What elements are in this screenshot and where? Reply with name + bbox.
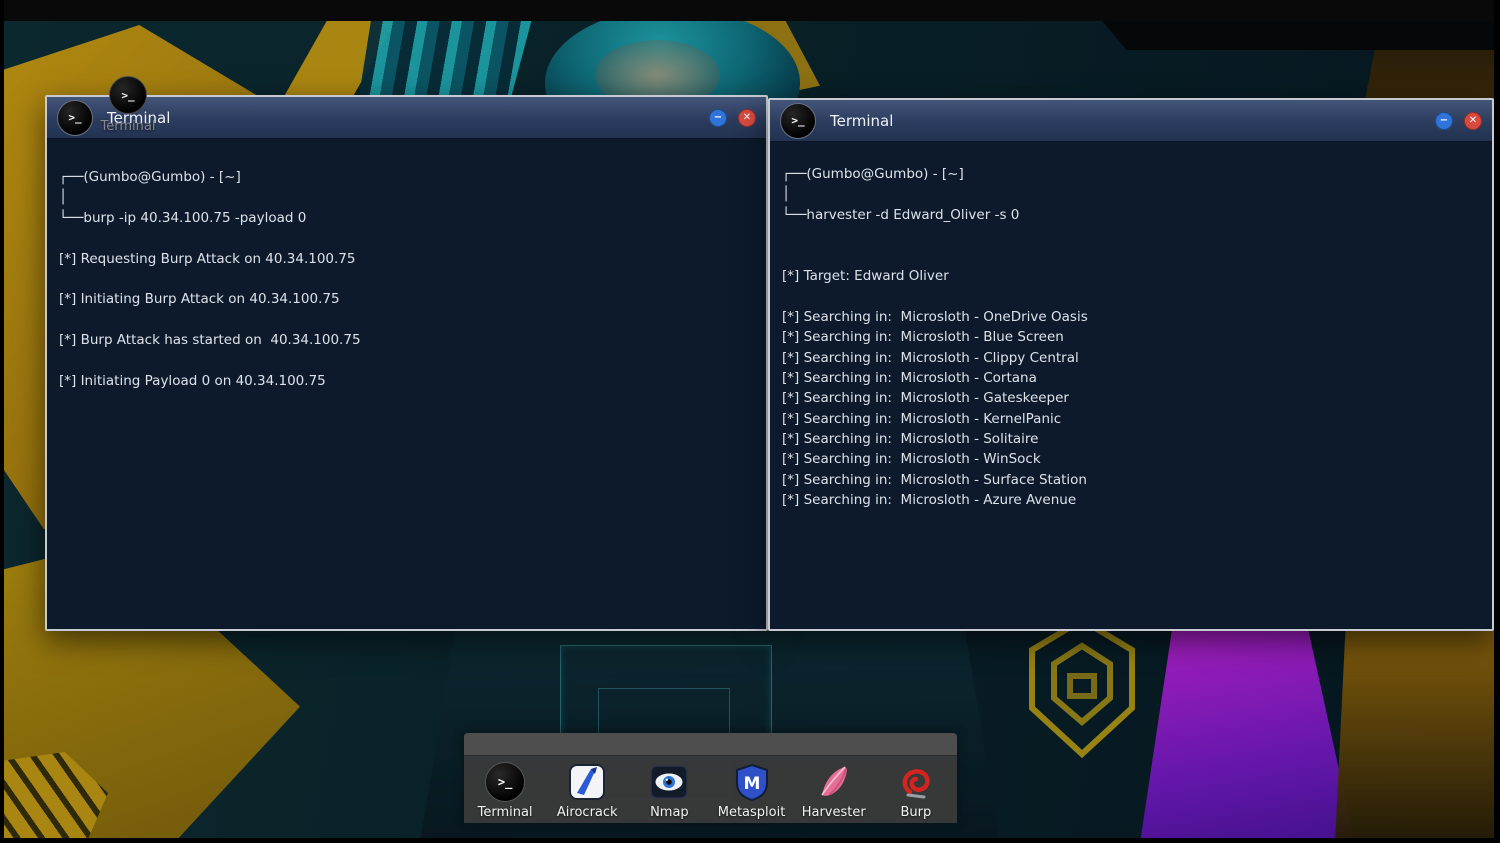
dock-item-label: Nmap: [650, 805, 689, 820]
terminal-line: ┌──(Gumbo@Gumbo) - [~]: [782, 164, 1480, 184]
top-bar: [0, 0, 1500, 21]
dock: >_ Terminal Airocrack: [464, 733, 957, 823]
terminal-line: └──harvester -d Edward_Oliver -s 0: [782, 205, 1480, 225]
terminal-output[interactable]: ┌──(Gumbo@Gumbo) - [~]│└──burp -ip 40.34…: [47, 139, 766, 657]
screen-edge: [0, 838, 1500, 843]
terminal-line: [782, 225, 1480, 245]
dock-handle: [464, 733, 957, 756]
prompt-glyph: >_: [68, 111, 81, 124]
dock-item-airocrack[interactable]: Airocrack: [549, 762, 625, 820]
terminal-icon: >_: [109, 76, 147, 114]
terminal-line: [*] Searching in: Microsloth - WinSock: [782, 449, 1480, 469]
terminal-line: [59, 351, 754, 371]
terminal-window-burp: >_ Terminal − ✕ ┌──(Gumbo@Gumbo) - [~]│└…: [45, 95, 768, 631]
terminal-line: [*] Searching in: Microsloth - Blue Scre…: [782, 327, 1480, 347]
screen-edge: [1494, 0, 1500, 843]
terminal-line: [*] Searching in: Microsloth - Cortana: [782, 368, 1480, 388]
prompt-glyph: >_: [121, 89, 134, 102]
window-controls: − ✕: [709, 109, 756, 127]
close-button[interactable]: ✕: [738, 109, 756, 127]
minimize-button[interactable]: −: [709, 109, 727, 127]
nmap-icon: [649, 762, 689, 802]
terminal-line: │: [782, 184, 1480, 204]
terminal-line: [*] Burp Attack has started on 40.34.100…: [59, 330, 754, 350]
terminal-line: [59, 269, 754, 289]
terminal-line: [59, 310, 754, 330]
dock-item-terminal[interactable]: >_ Terminal: [467, 762, 543, 820]
terminal-line: [*] Initiating Payload 0 on 40.34.100.75: [59, 371, 754, 391]
terminal-line: [782, 286, 1480, 306]
terminal-line: [*] Searching in: Microsloth - Azure Ave…: [782, 490, 1480, 510]
terminal-line: [*] Initiating Burp Attack on 40.34.100.…: [59, 289, 754, 309]
terminal-line: [*] Searching in: Microsloth - Surface S…: [782, 470, 1480, 490]
window-title: Terminal: [107, 109, 709, 127]
close-button[interactable]: ✕: [1464, 112, 1482, 130]
terminal-line: └──burp -ip 40.34.100.75 -payload 0: [59, 208, 754, 228]
dock-item-burp[interactable]: Burp: [878, 762, 954, 820]
terminal-icon: >_: [57, 100, 93, 136]
dock-item-label: Harvester: [802, 805, 866, 820]
terminal-line: │: [59, 187, 754, 207]
desktop-icon-terminal[interactable]: >_ Terminal: [92, 76, 164, 134]
harvester-icon: [814, 762, 854, 802]
dock-item-label: Metasploit: [718, 805, 786, 820]
desktop: >_ Terminal Notepad >_ Terminal − ✕ ┌──(…: [0, 0, 1500, 843]
window-controls: − ✕: [1435, 112, 1482, 130]
dock-item-nmap[interactable]: Nmap: [631, 762, 707, 820]
prompt-glyph: >_: [791, 114, 804, 127]
terminal-icon: >_: [780, 103, 816, 139]
terminal-line: [*] Searching in: Microsloth - Clippy Ce…: [782, 348, 1480, 368]
dock-item-label: Terminal: [478, 805, 533, 820]
prompt-glyph: >_: [498, 775, 512, 789]
terminal-line: [*] Searching in: Microsloth - Solitaire: [782, 429, 1480, 449]
titlebar[interactable]: >_ Terminal − ✕: [770, 100, 1492, 142]
airocrack-icon: [567, 762, 607, 802]
screen-edge: [0, 0, 4, 843]
terminal-line: [*] Requesting Burp Attack on 40.34.100.…: [59, 249, 754, 269]
metasploit-icon: M: [732, 762, 772, 802]
terminal-icon: >_: [485, 762, 525, 802]
terminal-line: [*] Searching in: Microsloth - KernelPan…: [782, 409, 1480, 429]
dock-item-label: Airocrack: [557, 805, 618, 820]
terminal-window-harvester: >_ Terminal − ✕ ┌──(Gumbo@Gumbo) - [~]│└…: [768, 98, 1494, 631]
terminal-output[interactable]: ┌──(Gumbo@Gumbo) - [~]│└──harvester -d E…: [770, 142, 1492, 651]
burp-icon: [896, 762, 936, 802]
terminal-line: [*] Target: Edward Oliver: [782, 266, 1480, 286]
terminal-line: ┌──(Gumbo@Gumbo) - [~]: [59, 167, 754, 187]
dock-item-label: Burp: [900, 805, 931, 820]
terminal-line: [*] Searching in: Microsloth - OneDrive …: [782, 307, 1480, 327]
dock-items: >_ Terminal Airocrack: [464, 756, 957, 823]
terminal-line: [*] Searching in: Microsloth - Gateskeep…: [782, 388, 1480, 408]
terminal-line: [782, 246, 1480, 266]
dock-item-metasploit[interactable]: M Metasploit: [714, 762, 790, 820]
minimize-button[interactable]: −: [1435, 112, 1453, 130]
svg-text:M: M: [743, 774, 760, 794]
window-title: Terminal: [830, 112, 1435, 130]
dock-item-harvester[interactable]: Harvester: [796, 762, 872, 820]
desktop-icon-label: Terminal: [92, 119, 164, 134]
terminal-line: [59, 228, 754, 248]
